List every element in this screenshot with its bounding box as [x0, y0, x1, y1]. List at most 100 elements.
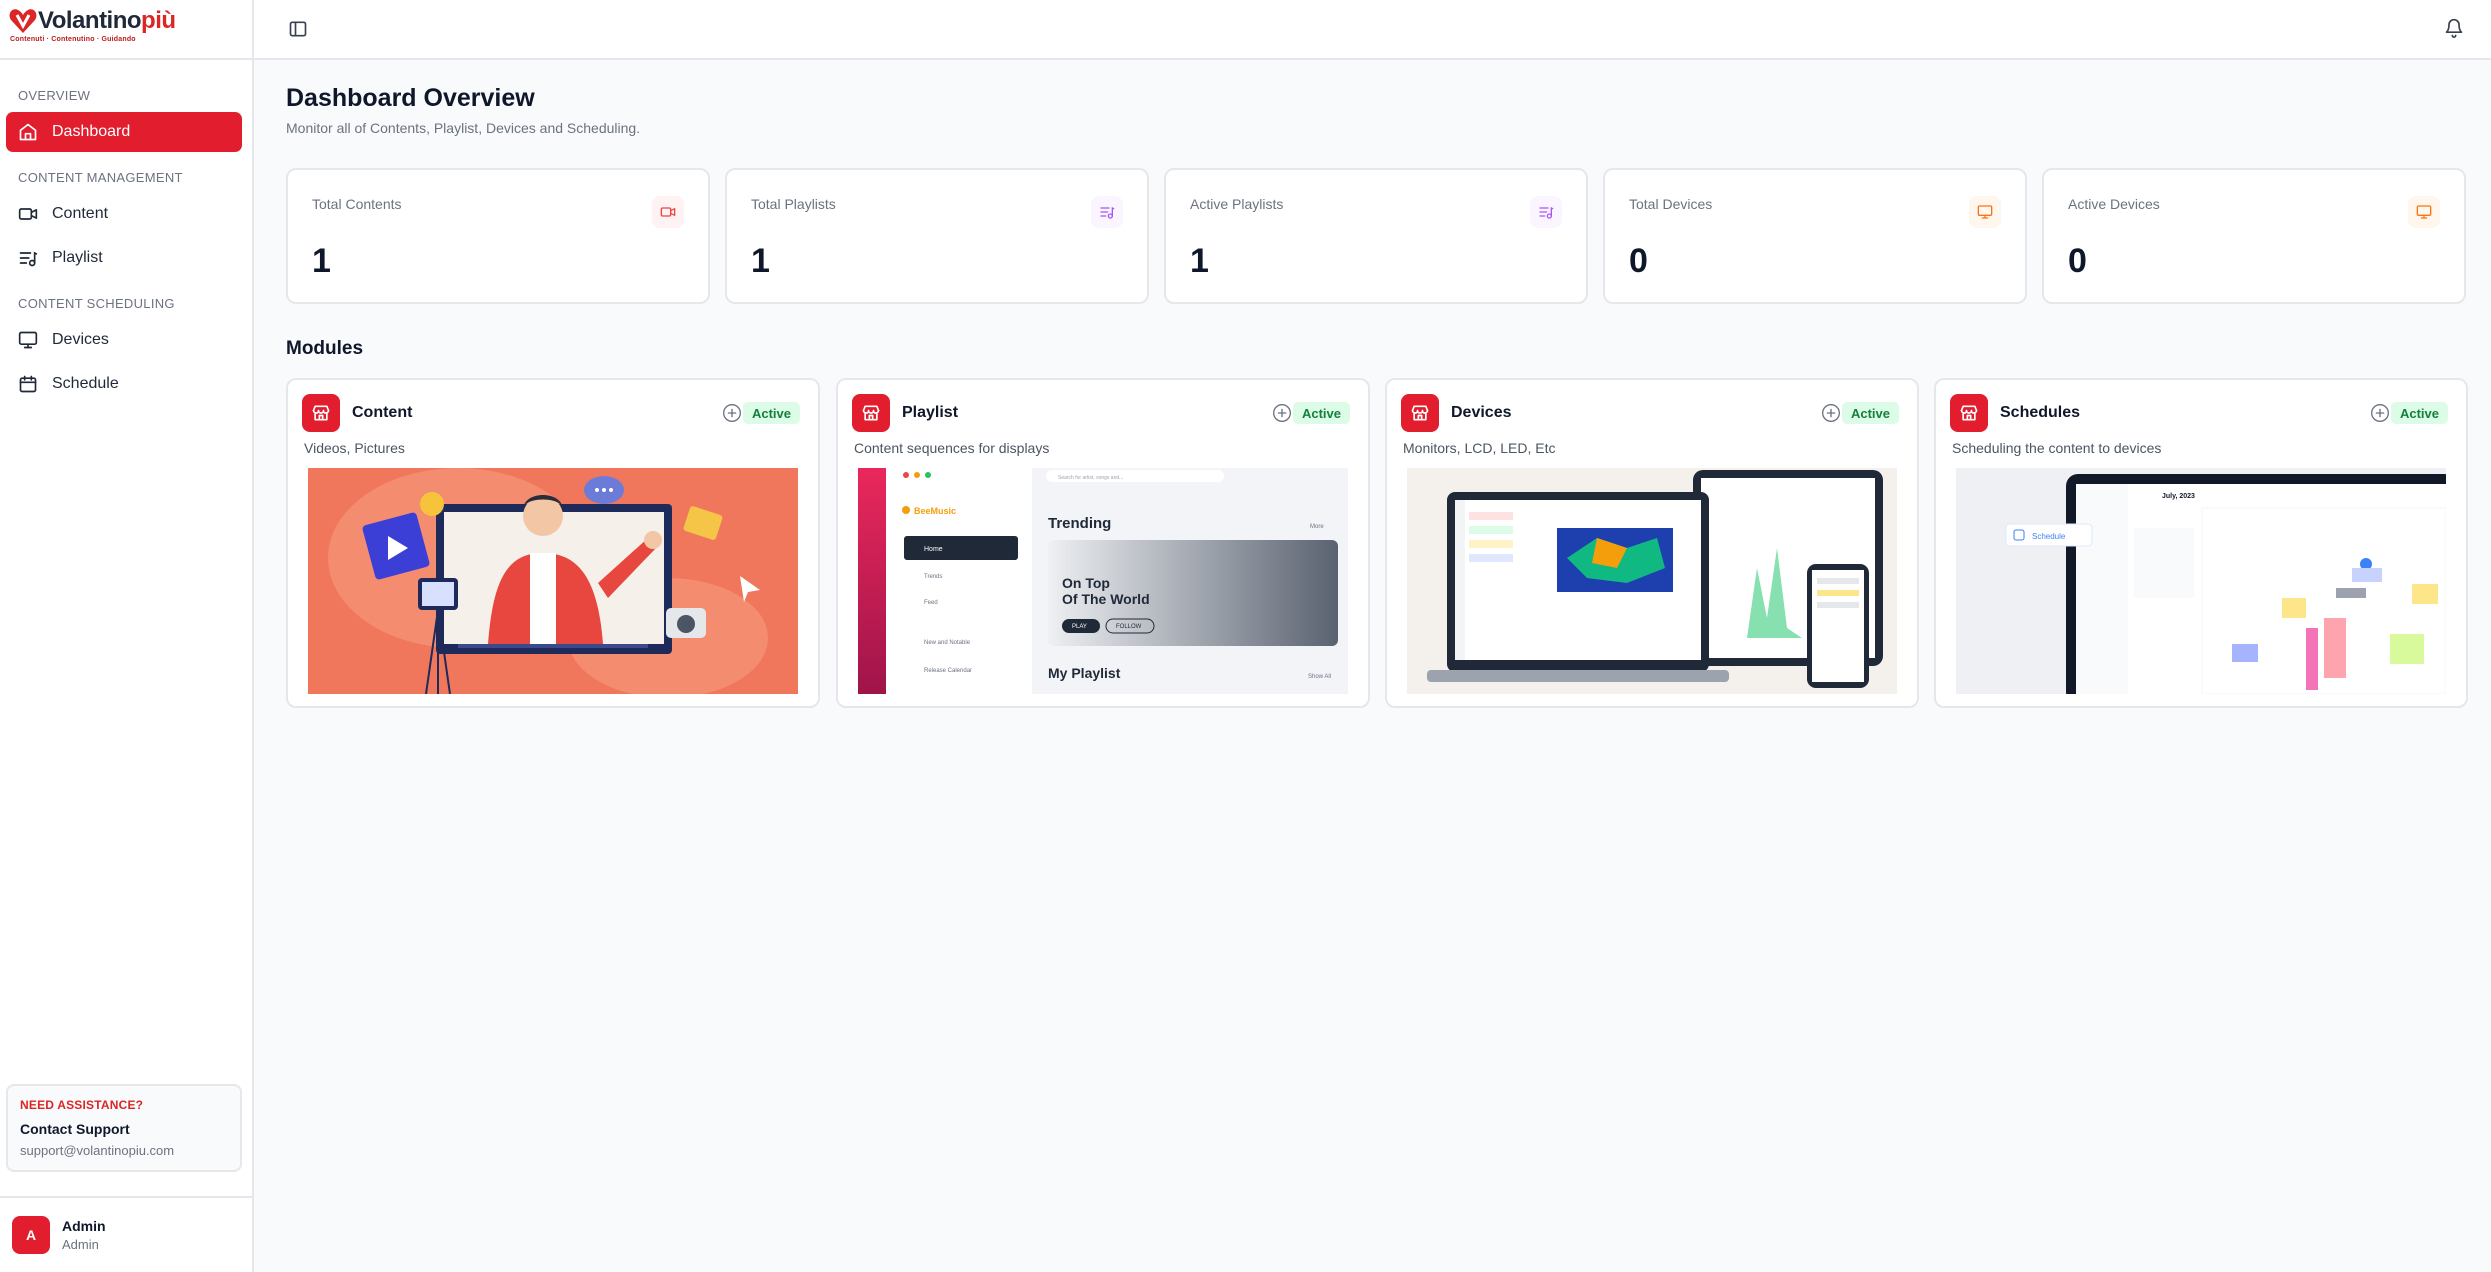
stat-label: Total Devices: [1629, 196, 1713, 212]
page-subtitle: Monitor all of Contents, Playlist, Devic…: [286, 120, 641, 136]
playlist-icon: [19, 251, 38, 267]
sidebar-item-dashboard[interactable]: Dashboard: [6, 112, 242, 152]
devices-illustration: [1407, 468, 1897, 694]
module-card-content[interactable]: Content Active Videos, Pictures: [286, 378, 820, 708]
module-name: Playlist: [902, 404, 959, 421]
notifications-button[interactable]: [2436, 10, 2472, 46]
module-description: Videos, Pictures: [304, 440, 405, 456]
stat-value: 0: [1629, 242, 1648, 280]
playlist-preview-my-playlist: My Playlist: [1048, 665, 1121, 681]
stat-card-total-contents: Total Contents 1: [286, 168, 710, 304]
sidebar-item-devices[interactable]: Devices: [6, 320, 242, 360]
sidebar-item-label: Playlist: [52, 249, 103, 266]
sidebar-item-label: Devices: [52, 331, 109, 348]
monitor-icon: [2416, 205, 2432, 219]
user-role: Admin: [62, 1237, 99, 1252]
section-title-overview: OVERVIEW: [18, 88, 91, 103]
playlist-preview-nav: Release Calendar: [924, 668, 972, 674]
brand-tagline: Contenuti · Contenutino · Guidando: [10, 36, 136, 43]
sidebar-item-label: Content: [52, 205, 109, 222]
playlist-preview-hero-line1: On Top: [1062, 575, 1110, 591]
sidebar: Volantinopiù Contenuti · Contenutino · G…: [0, 0, 254, 1272]
stat-label: Total Contents: [312, 196, 402, 212]
playlist-preview-play: PLAY: [1072, 624, 1087, 630]
module-description: Content sequences for displays: [854, 440, 1050, 456]
user-profile[interactable]: A Admin Admin: [0, 1196, 252, 1272]
stat-card-total-playlists: Total Playlists 1: [725, 168, 1149, 304]
add-schedule-icon[interactable]: [2370, 403, 2390, 423]
schedules-illustration: July, 2023 Schedule: [1956, 468, 2446, 694]
brand-name-suffix: più: [141, 7, 176, 34]
schedule-preview-tag: Schedule: [2032, 532, 2066, 541]
bell-icon: [2445, 18, 2463, 38]
module-name: Devices: [1451, 404, 1512, 421]
playlist-preview-more: More: [1310, 524, 1324, 530]
playlist-preview-search: Search for artist, songs and...: [1058, 475, 1123, 481]
add-content-icon[interactable]: [722, 403, 742, 423]
topbar: [254, 0, 2491, 60]
contact-support-link[interactable]: Contact Support: [20, 1121, 228, 1137]
add-device-icon[interactable]: [1821, 403, 1841, 423]
stat-card-active-playlists: Active Playlists 1: [1164, 168, 1588, 304]
sidebar-item-label: Dashboard: [52, 123, 131, 140]
stat-value: 1: [312, 242, 331, 280]
module-name: Schedules: [2000, 404, 2081, 421]
stat-label: Total Playlists: [751, 196, 836, 212]
playlist-preview-follow: FOLLOW: [1116, 624, 1142, 630]
module-card-playlist[interactable]: Playlist Active Content sequences for di…: [836, 378, 1370, 708]
status-badge: Active: [2390, 402, 2448, 424]
sidebar-toggle-icon: [289, 21, 307, 37]
module-description: Monitors, LCD, LED, Etc: [1403, 440, 1556, 456]
stat-value: 1: [1190, 242, 1209, 280]
store-icon: [1960, 405, 1978, 421]
video-icon: [660, 207, 676, 217]
stat-value: 1: [751, 242, 770, 280]
playlist-preview-nav: New and Notable: [924, 640, 971, 646]
playlist-preview-show-all: Show All: [1308, 674, 1331, 680]
support-title: NEED ASSISTANCE?: [20, 1098, 144, 1112]
monitor-icon: [1977, 205, 1993, 219]
home-icon: [19, 123, 37, 141]
store-icon: [862, 405, 880, 421]
store-icon: [1411, 405, 1429, 421]
playlist-icon: [1100, 206, 1115, 219]
sidebar-item-playlist[interactable]: Playlist: [6, 238, 242, 278]
support-email[interactable]: support@volantinopiu.com: [20, 1143, 228, 1158]
support-box: NEED ASSISTANCE? Contact Support support…: [6, 1084, 242, 1172]
playlist-icon: [1539, 206, 1554, 219]
content-illustration: [308, 468, 798, 694]
playlist-preview-nav: Trends: [924, 574, 942, 580]
playlist-preview-section: Trending: [1048, 515, 1111, 532]
playlist-preview-hero-line2: Of The World: [1062, 591, 1150, 607]
brand-name: Volantino: [38, 7, 142, 34]
avatar: A: [12, 1216, 50, 1254]
schedule-preview-month: July, 2023: [2162, 493, 2195, 500]
page-title: Dashboard Overview: [286, 84, 535, 112]
stat-label: Active Playlists: [1190, 196, 1284, 212]
module-card-schedules[interactable]: Schedules Active Scheduling the content …: [1934, 378, 2468, 708]
status-badge: Active: [1841, 402, 1899, 424]
sidebar-item-schedule[interactable]: Schedule: [6, 364, 242, 404]
sidebar-item-content[interactable]: Content: [6, 194, 242, 234]
section-title-content-scheduling: CONTENT SCHEDULING: [18, 296, 175, 311]
store-icon: [312, 405, 330, 421]
heart-logo-icon: [9, 9, 37, 33]
main-content: Dashboard Overview Monitor all of Conten…: [254, 60, 2491, 1272]
stat-label: Active Devices: [2068, 196, 2160, 212]
video-icon: [18, 208, 38, 220]
sidebar-item-label: Schedule: [52, 375, 119, 392]
stat-card-total-devices: Total Devices 0: [1603, 168, 2027, 304]
modules-title: Modules: [286, 338, 364, 359]
playlist-illustration: BeeMusic Home Trends Feed New and Notabl…: [858, 468, 1348, 694]
sidebar-toggle-button[interactable]: [280, 11, 316, 47]
brand-logo[interactable]: Volantinopiù Contenuti · Contenutino · G…: [0, 0, 252, 60]
status-badge: Active: [1292, 402, 1350, 424]
module-card-devices[interactable]: Devices Active Monitors, LCD, LED, Etc: [1385, 378, 1919, 708]
playlist-preview-nav: Home: [924, 546, 943, 553]
add-playlist-icon[interactable]: [1272, 403, 1292, 423]
stat-card-active-devices: Active Devices 0: [2042, 168, 2466, 304]
playlist-preview-nav: Feed: [924, 600, 938, 606]
user-name: Admin: [62, 1218, 106, 1234]
stat-value: 0: [2068, 242, 2087, 280]
section-title-content-management: CONTENT MANAGEMENT: [18, 170, 183, 185]
